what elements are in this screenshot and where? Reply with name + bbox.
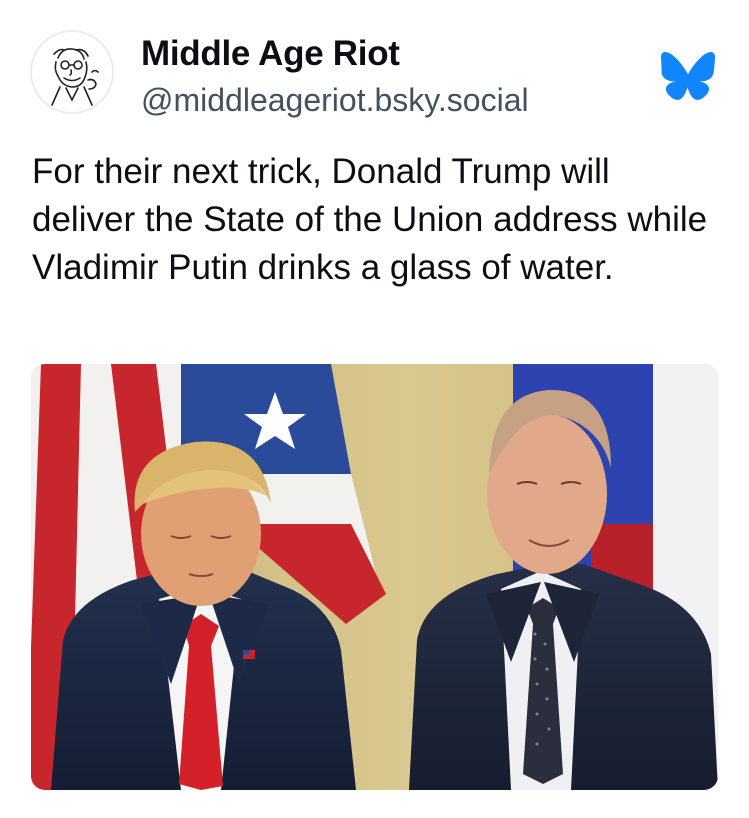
post-card: Middle Age Riot @middleageriot.bsky.soci…: [0, 0, 749, 818]
bluesky-butterfly-icon[interactable]: [661, 51, 715, 100]
post-text: For their next trick, Donald Trump will …: [32, 152, 708, 287]
author-handle[interactable]: @middleageriot.bsky.social: [141, 82, 529, 119]
author-display-name[interactable]: Middle Age Riot: [141, 34, 400, 74]
author-avatar[interactable]: [30, 30, 114, 114]
post-image[interactable]: [31, 364, 718, 790]
cartoon-man-avatar-icon: [51, 48, 99, 106]
trump-putin-photo: [31, 364, 718, 790]
